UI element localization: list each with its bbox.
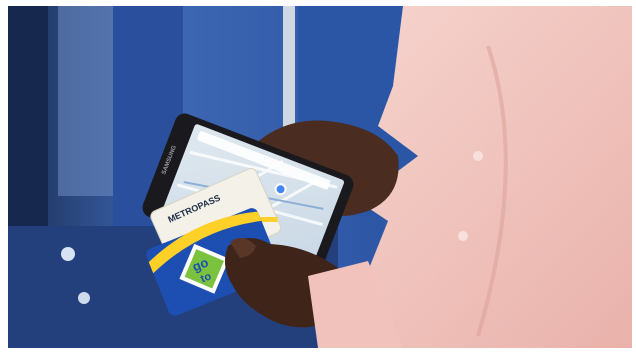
transit-photo: SAMSUNG METROPASS go to xyxy=(8,6,632,348)
train-window xyxy=(58,6,113,196)
train-wall-light xyxy=(61,247,75,261)
shirt-button xyxy=(473,151,483,161)
shirt-button-2 xyxy=(458,231,468,241)
train-wall-light-2 xyxy=(78,292,90,304)
